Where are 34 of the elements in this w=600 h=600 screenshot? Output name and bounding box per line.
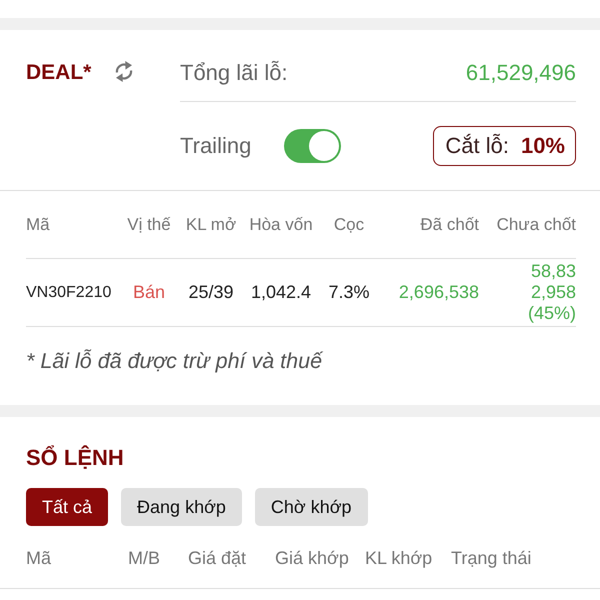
filter-tab[interactable]: Đang khớp [121,488,242,526]
trailing-label: Trailing [180,132,252,160]
table-cell-text: 58,832,958 (45%) [526,261,576,324]
section-title: SỔ LỆNH [26,445,124,470]
column-header: Mã [26,214,51,236]
filter-tab[interactable]: Chờ khớp [254,488,368,526]
trailing-toggle[interactable] [284,129,342,163]
table-cell: 25/39 [188,282,234,303]
table-cell: 7.3% [328,282,370,303]
refresh-icon[interactable] [114,60,134,82]
column-header: M/B [128,548,160,568]
stop-loss-value: 10% [520,133,565,159]
column-header: Cọc [334,214,364,236]
column-header: KL mở [186,214,236,236]
column-header: Mã [26,548,52,568]
stop-loss-box[interactable]: Cắt lỗ: 10% [433,126,576,166]
column-header: Hòa vốn [249,214,313,236]
column-header: KL khớp [365,548,432,568]
table-cell: 2,696,538 [398,282,479,303]
table-cell-text: VN30F2210 [26,283,112,303]
filter-tab[interactable]: Tất cả [26,488,108,526]
table-cell: Bán [132,282,166,303]
footnote: * Lãi lỗ đã được trừ phí và thuế [26,349,322,373]
column-header: Đã chốt [420,214,479,236]
column-header: Trạng thái [451,548,532,568]
section-title: DEAL* [26,60,92,86]
stop-loss-label: Cắt lỗ: [445,133,509,159]
table-cell: 1,042.4 [250,282,312,303]
total-value: 61,529,496 [466,58,576,86]
column-header: Vị thế [127,214,171,236]
column-header: Giá khớp [275,548,349,568]
total-label: Tổng lãi lỗ: [180,58,288,86]
column-header: Giá đặt [188,548,246,568]
column-header: Chưa chốt [496,214,576,236]
